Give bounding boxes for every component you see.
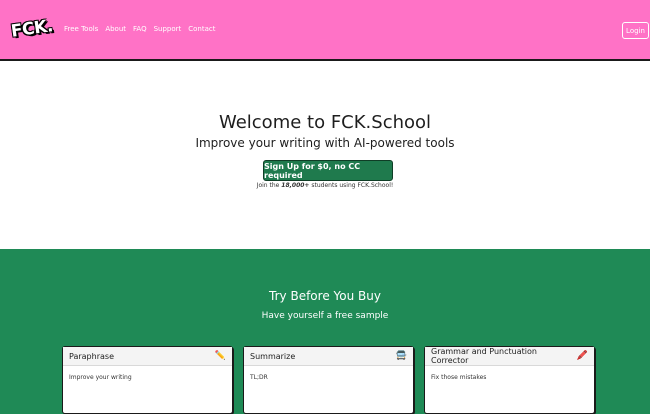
card-description: Improve your writing — [69, 374, 132, 381]
hero-title: Welcome to FCK.School — [218, 112, 432, 133]
section-title: Try Before You Buy — [269, 289, 381, 303]
nav-link-support[interactable]: Support — [154, 25, 182, 33]
hero-section: Welcome to FCK.School Improve your writi… — [0, 61, 650, 249]
social-proof-suffix: students using FCK.School! — [309, 182, 394, 189]
card-header: Summarize 🚍 — [244, 347, 413, 366]
tool-card-summarize[interactable]: Summarize 🚍 TL;DR — [243, 346, 414, 414]
red-pencil-icon: 🖍️ — [576, 351, 588, 361]
card-title: Summarize — [250, 351, 296, 361]
tool-card-paraphrase[interactable]: Paraphrase ✏️ Improve your writing — [62, 346, 233, 414]
signup-button[interactable]: Sign Up for $0, no CC required — [263, 160, 393, 181]
tool-card-grammar[interactable]: Grammar and Punctuation Corrector 🖍️ Fix… — [424, 346, 595, 414]
tools-section: Try Before You Buy Have yourself a free … — [0, 249, 650, 414]
nav-link-contact[interactable]: Contact — [188, 25, 215, 33]
nav-link-free-tools[interactable]: Free Tools — [64, 25, 98, 33]
nav-links: Free Tools About FAQ Support Contact — [64, 25, 216, 33]
nav-link-about[interactable]: About — [105, 25, 126, 33]
card-description: Fix those mistakes — [431, 374, 487, 381]
social-proof-prefix: Join the — [256, 182, 282, 189]
card-title: Paraphrase — [69, 351, 114, 361]
hero-subtitle: Improve your writing with AI-powered too… — [195, 136, 455, 150]
card-description: TL;DR — [250, 374, 268, 381]
pencil-icon: ✏️ — [214, 351, 226, 361]
card-header: Paraphrase ✏️ — [63, 347, 232, 366]
navbar: FCK. Free Tools About FAQ Support Contac… — [0, 0, 650, 61]
social-proof-text: Join the 18,000+ students using FCK.Scho… — [0, 182, 650, 189]
student-count: 18,000+ — [281, 182, 310, 189]
card-header: Grammar and Punctuation Corrector 🖍️ — [425, 347, 594, 366]
section-subtitle: Have yourself a free sample — [261, 311, 389, 321]
nav-link-faq[interactable]: FAQ — [133, 25, 147, 33]
bus-icon: 🚍 — [395, 351, 407, 361]
card-title: Grammar and Punctuation Corrector — [431, 347, 537, 365]
login-button[interactable]: Login — [622, 22, 649, 39]
logo[interactable]: FCK. — [10, 16, 54, 42]
